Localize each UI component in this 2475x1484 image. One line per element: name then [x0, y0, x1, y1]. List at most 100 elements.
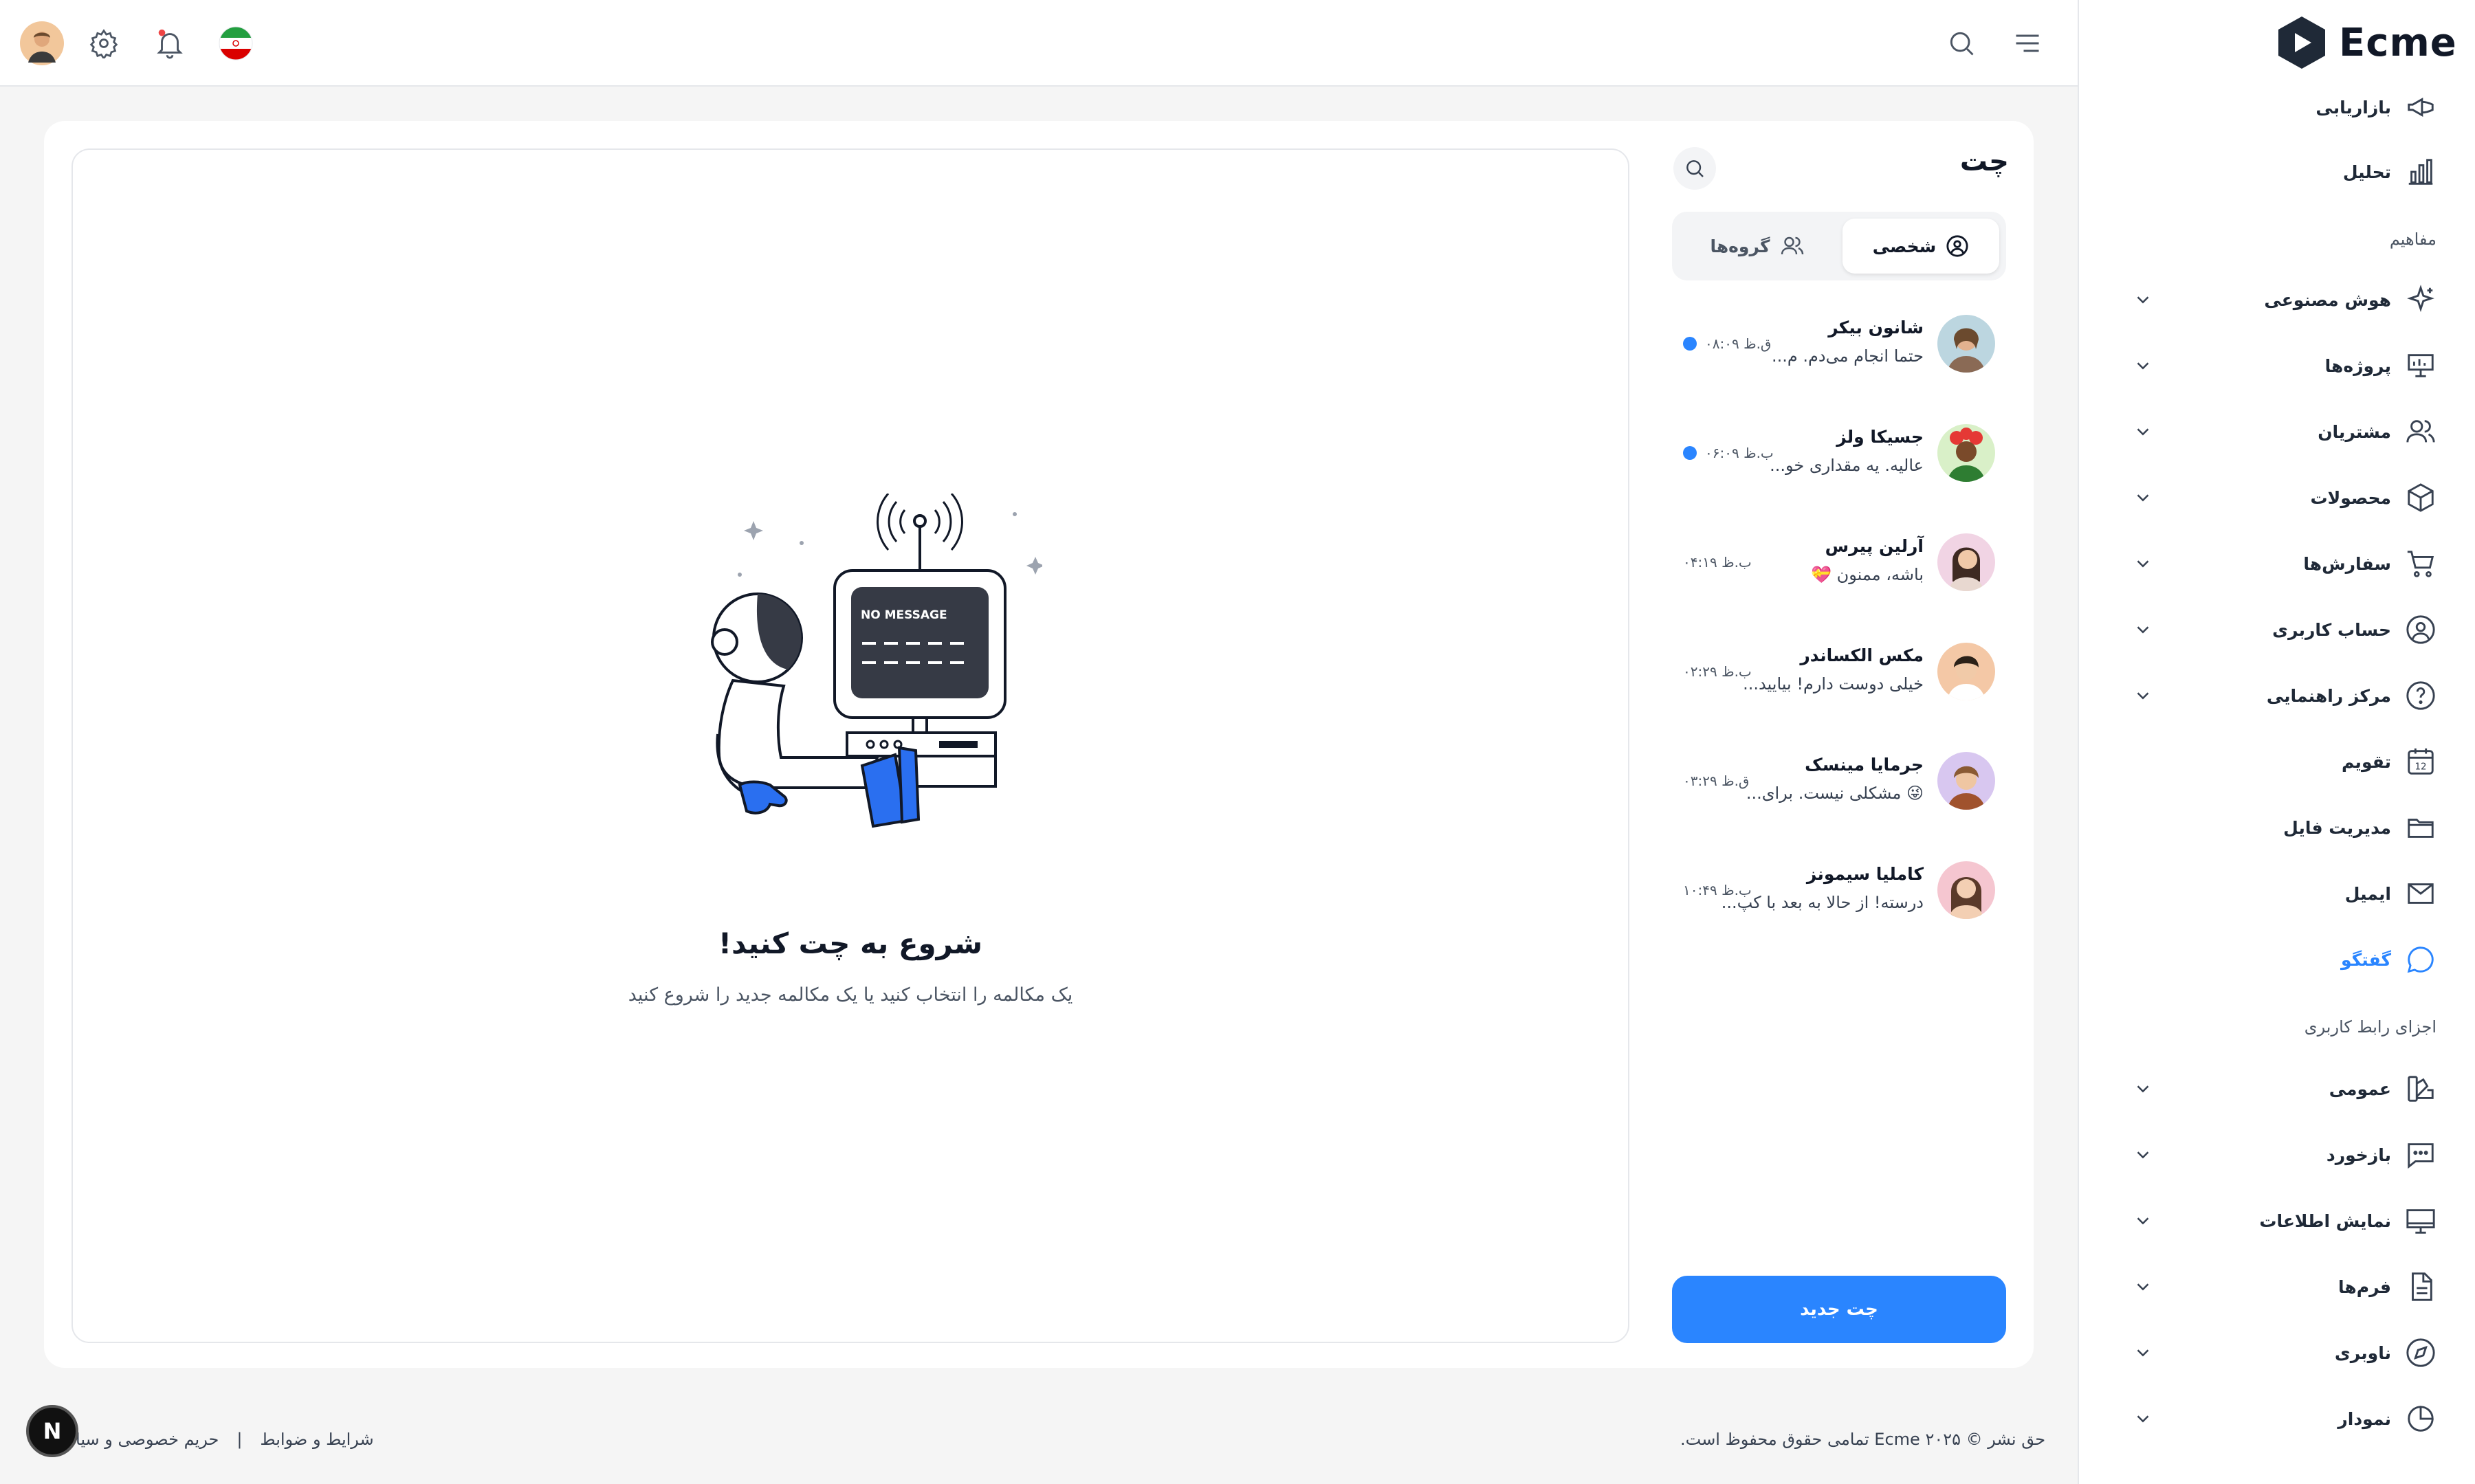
nav-item-customers[interactable]: مشتریان	[2079, 407, 2436, 456]
menu-icon	[2016, 34, 2039, 52]
nav-label: ناوبری	[2334, 1342, 2391, 1363]
nav-label: حساب کاربری	[2272, 619, 2391, 640]
chat-list-item[interactable]: جسیکا ولز عالیه. یه مقداری خو... ۰۶:۰۹ ب…	[1672, 412, 2009, 494]
chevron-down-icon	[2137, 428, 2149, 436]
chevron-down-icon	[2137, 1415, 2149, 1423]
nav-item-orders[interactable]: سفارش‌ها	[2079, 539, 2436, 588]
footer-links: شرایط و ضوابط | حریم خصوصی و سیا	[76, 1430, 374, 1449]
footer-privacy-link[interactable]: حریم خصوصی و سیا	[76, 1430, 219, 1449]
chevron-down-icon	[2137, 1283, 2149, 1291]
empty-state-title: شروع به چت کنید!	[718, 927, 983, 960]
nav-item-navigation[interactable]: ناوبری	[2079, 1328, 2436, 1377]
last-message: درسته! از حالا به بعد با کپ...	[1721, 893, 1924, 912]
nav-label: مدیریت فایل	[2283, 817, 2391, 838]
nav-item-common[interactable]: عمومی	[2079, 1064, 2436, 1114]
user-avatar-image	[20, 21, 64, 65]
nav-label: مشتریان	[2318, 421, 2391, 442]
nav-item-chat[interactable]: گفتگو	[2341, 935, 2436, 984]
chevron-down-icon	[2137, 362, 2149, 370]
user-circle-icon	[1946, 235, 1968, 257]
chat-list-item[interactable]: شانون بیکر حتما انجام می‌دم. م... ۰۸:۰۹ …	[1672, 302, 2009, 385]
message-time-text: ۰۶:۰۹ ب.ظ	[1705, 445, 1774, 461]
megaphone-icon	[2408, 98, 2434, 117]
help-circle-icon	[2406, 681, 2435, 710]
pie-chart-icon	[2408, 1406, 2434, 1432]
footer-terms-link[interactable]: شرایط و ضوابط	[260, 1430, 373, 1449]
message-time: ۰۶:۰۹ ب.ظ	[1683, 445, 1774, 461]
tab-personal-label: شخصی	[1872, 236, 1937, 256]
last-message: حتما انجام می‌دم. م...	[1772, 346, 1924, 366]
message-time: ۰۸:۰۹ ق.ظ	[1683, 335, 1771, 352]
message-time-text: ۰۳:۲۹ ق.ظ	[1683, 773, 1750, 789]
tab-groups[interactable]: گروه‌ها	[1679, 219, 1836, 274]
contact-name: مکس الکساندر	[1800, 645, 1924, 665]
chevron-down-icon	[2137, 494, 2149, 502]
chat-list-item[interactable]: کاملیا سیمونز درسته! از حالا به بعد با ک…	[1672, 849, 2009, 931]
swatch-icon	[2408, 1076, 2434, 1102]
header-search-button[interactable]	[1942, 23, 1981, 63]
contact-name: آرلین پیرس	[1825, 536, 1924, 556]
chat-list-item[interactable]: مکس الکساندر خیلی دوست دارم! بیایید... ۰…	[1672, 630, 2009, 713]
brand-logo[interactable]: Ecme	[2274, 15, 2457, 70]
contact-avatar	[1937, 861, 1995, 919]
contact-name: جسیکا ولز	[1836, 427, 1924, 447]
calendar-icon: 12	[2408, 748, 2434, 775]
chevron-down-icon	[2137, 692, 2149, 700]
nav-item-account[interactable]: حساب کاربری	[2079, 605, 2436, 654]
message-time-text: ۱۰:۴۹ ب.ظ	[1683, 882, 1752, 898]
unread-indicator	[1683, 337, 1697, 351]
nav-item-help-center[interactable]: مرکز راهنمایی	[2079, 671, 2436, 720]
cart-icon	[2407, 551, 2434, 577]
settings-button[interactable]	[84, 23, 124, 63]
conversation-panel: NO MESSAGE شروع به چت کنید! یک مکالمه را…	[72, 148, 1629, 1343]
nav-item-products[interactable]: محصولات	[2079, 473, 2436, 522]
nav-label: نمایش اطلاعات	[2259, 1210, 2391, 1231]
tab-groups-label: گروه‌ها	[1710, 236, 1770, 256]
chat-list-item[interactable]: جرمایا مینسک 😜 مشکلی نیست. برای... ۰۳:۲۹…	[1672, 740, 2009, 822]
presentation-icon	[2408, 354, 2434, 377]
sparkles-icon	[2407, 285, 2434, 312]
chevron-down-icon	[2137, 626, 2149, 634]
nav-item-forms[interactable]: فرم‌ها	[2079, 1262, 2436, 1311]
contact-name: جرمایا مینسک	[1805, 755, 1924, 775]
menu-toggle-button[interactable]	[2008, 23, 2047, 63]
user-avatar[interactable]	[19, 21, 65, 66]
chat-list-item[interactable]: آرلین پیرس باشه، ممنون 💝 ۰۴:۱۹ ب.ظ	[1672, 521, 2009, 603]
nav-item-file-manager[interactable]: مدیریت فایل	[2283, 803, 2436, 852]
chat-page-title: چت	[1959, 146, 2009, 177]
message-time: ۰۲:۲۹ ب.ظ	[1683, 663, 1752, 680]
message-time-text: ۰۲:۲۹ ب.ظ	[1683, 663, 1752, 680]
nav-item-data-display[interactable]: نمایش اطلاعات	[2079, 1196, 2436, 1245]
nav-item-ai[interactable]: هوش مصنوعی	[2079, 275, 2436, 324]
nav-label: پروژه‌ها	[2324, 355, 2391, 376]
nav-item-calendar[interactable]: 12 تقویم	[2342, 737, 2436, 786]
mail-icon	[2408, 883, 2434, 904]
nav-item-analytics[interactable]: تحلیل	[2343, 147, 2436, 197]
nav-item-projects[interactable]: پروژه‌ها	[2079, 341, 2436, 390]
language-selector[interactable]	[216, 23, 256, 63]
message-time: ۰۳:۲۹ ق.ظ	[1683, 773, 1749, 789]
message-time-text: ۰۴:۱۹ ب.ظ	[1683, 554, 1752, 571]
no-message-text: NO MESSAGE	[861, 608, 947, 622]
chat-search-button[interactable]	[1673, 147, 1716, 190]
nav-item-charts[interactable]: نمودار	[2079, 1394, 2436, 1443]
gear-icon	[89, 29, 118, 58]
file-text-icon	[2412, 1272, 2432, 1301]
nav-label: نمودار	[2338, 1408, 2391, 1429]
svg-text:12: 12	[2414, 762, 2426, 773]
nav-item-email[interactable]: ایمیل	[2345, 869, 2436, 918]
nav-label: بازخورد	[2326, 1144, 2391, 1165]
notifications-button[interactable]	[150, 23, 190, 63]
contact-avatar	[1937, 533, 1995, 591]
chevron-down-icon	[2137, 1085, 2149, 1093]
contact-avatar	[1937, 752, 1995, 810]
nav-label: تحلیل	[2342, 162, 2391, 182]
nav-item-feedback[interactable]: بازخورد	[2079, 1130, 2436, 1180]
dev-tools-badge[interactable]: N	[26, 1405, 78, 1457]
nav-label: محصولات	[2310, 487, 2391, 508]
chat-bubble-icon	[2407, 946, 2434, 973]
nav-item-marketing[interactable]: بازاریابی	[2316, 82, 2436, 132]
tab-personal[interactable]: شخصی	[1842, 219, 1999, 274]
chevron-down-icon	[2137, 1217, 2149, 1225]
new-chat-button[interactable]: چت جدید	[1672, 1276, 2006, 1343]
